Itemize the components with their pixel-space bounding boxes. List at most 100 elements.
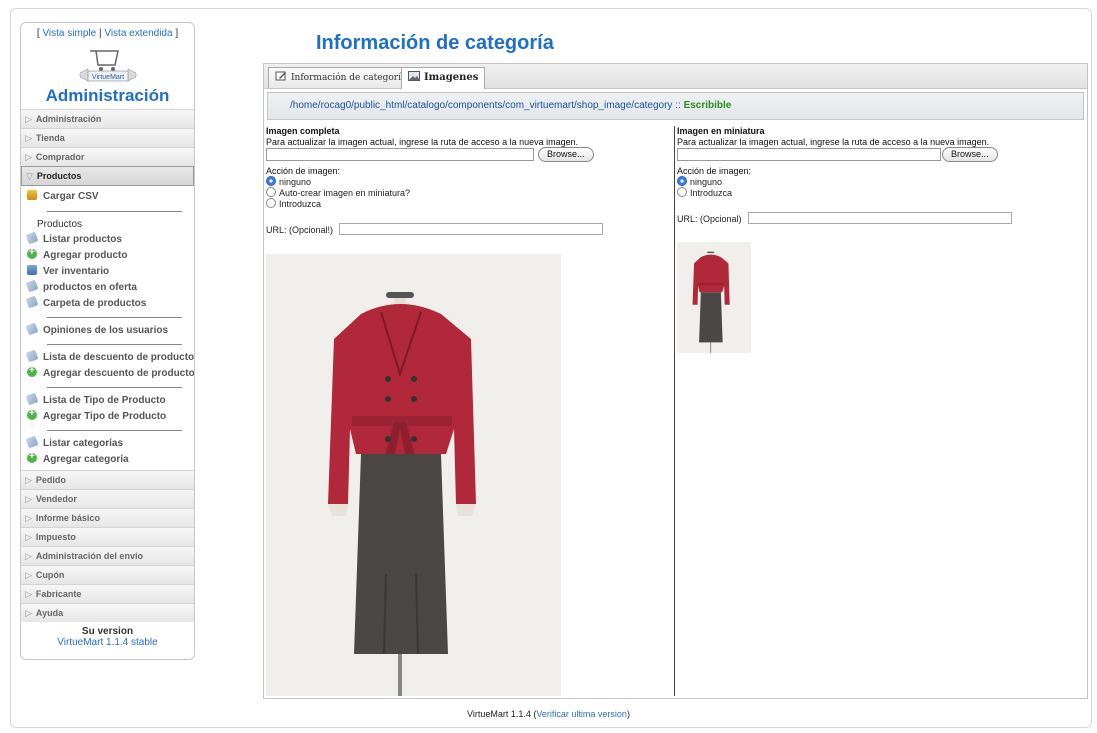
- chevron-right-icon: ▷: [25, 494, 32, 504]
- full-image-file-row: Browse...: [266, 147, 671, 163]
- full-image-action-label: Acción de imagen:: [266, 166, 341, 176]
- add-icon: [27, 245, 37, 261]
- chevron-right-icon: ▷: [25, 589, 32, 599]
- full-radio-auto-crear[interactable]: Auto-crear imagen en miniatura?: [266, 187, 671, 198]
- radio-selected-icon: [266, 176, 276, 186]
- version-value: VirtueMart 1.1.4 stable: [57, 637, 158, 648]
- sidebar-item-lista-descuento[interactable]: Lista de descuento de productos: [25, 349, 194, 366]
- section-ayuda[interactable]: ▷ Ayuda: [21, 603, 194, 622]
- virtuemart-logo: VirtueMart: [77, 45, 138, 83]
- section-label: Vendedor: [35, 494, 77, 504]
- section-label: Administración: [35, 114, 102, 124]
- thumb-image-url-row: URL: (Opcional): [677, 212, 1083, 224]
- chevron-right-icon: ▷: [25, 114, 32, 124]
- tab-label: Imagenes: [424, 72, 479, 83]
- radio-label: ninguno: [690, 177, 723, 187]
- path-bar: /home/rocag0/public_html/catalogo/compon…: [267, 92, 1084, 120]
- thumb-radio-introduzca[interactable]: Introduzca: [677, 187, 1083, 198]
- sidebar-item-agregar-producto[interactable]: Agregar producto: [27, 245, 194, 264]
- chevron-right-icon: ▷: [25, 152, 32, 162]
- radio-label: Introduzca: [279, 199, 322, 209]
- sidebar-item-listar-categorias[interactable]: Listar categorías: [25, 435, 194, 452]
- section-pedido[interactable]: ▷ Pedido: [21, 470, 194, 489]
- thumb-image-file-input[interactable]: [677, 148, 941, 161]
- section-cupon[interactable]: ▷ Cupón: [21, 565, 194, 584]
- section-vendedor[interactable]: ▷ Vendedor: [21, 489, 194, 508]
- sidebar-item-agregar-tipo[interactable]: Agregar Tipo de Producto: [27, 406, 194, 425]
- list-icon: [25, 435, 39, 449]
- view-separator: |: [98, 28, 102, 39]
- item-label: Cargar CSV: [43, 191, 99, 202]
- radio-label: ninguno: [279, 177, 312, 187]
- path-separator: ::: [672, 100, 684, 111]
- full-image-browse-button[interactable]: Browse...: [538, 147, 594, 162]
- full-image-section: Imagen completa Para actualizar la image…: [266, 126, 671, 235]
- radio-icon: [266, 198, 276, 208]
- section-tienda[interactable]: ▷ Tienda: [21, 128, 194, 147]
- version-label: Su version: [81, 626, 134, 637]
- image-path: /home/rocag0/public_html/catalogo/compon…: [290, 100, 673, 111]
- productos-menu: Cargar CSV Productos Listar productos Ag…: [21, 186, 194, 470]
- section-label: Fabricante: [35, 589, 82, 599]
- add-icon: [27, 406, 37, 422]
- section-informe-basico[interactable]: ▷ Informe básico: [21, 508, 194, 527]
- section-comprador[interactable]: ▷ Comprador: [21, 147, 194, 166]
- thumb-image-action-label: Acción de imagen:: [677, 166, 752, 176]
- item-label: Listar productos: [43, 234, 122, 245]
- thumb-image-url-input[interactable]: [747, 212, 1012, 224]
- full-image-file-input[interactable]: [266, 148, 534, 161]
- sidebar-item-listar-productos[interactable]: Listar productos: [25, 231, 194, 248]
- footer-paren-close: ): [626, 709, 630, 719]
- section-impuesto[interactable]: ▷ Impuesto: [21, 527, 194, 546]
- add-icon: [27, 449, 37, 465]
- section-envio[interactable]: ▷ Administración del envío: [21, 546, 194, 565]
- full-radio-introduzca[interactable]: Introduzca: [266, 198, 671, 209]
- full-image-heading: Imagen completa: [266, 126, 340, 136]
- section-label: Cupón: [35, 570, 65, 580]
- sidebar-item-lista-tipo[interactable]: Lista de Tipo de Producto: [25, 392, 194, 409]
- list-icon: [25, 279, 39, 293]
- thumb-image-hint: Para actualizar la imagen actual, ingres…: [677, 137, 990, 147]
- tab-informacion-categoria[interactable]: Información de categoría: [268, 67, 414, 88]
- divider: [47, 430, 182, 431]
- page-title: Información de categoría: [316, 32, 554, 54]
- sidebar-item-cargar-csv[interactable]: Cargar CSV: [27, 188, 194, 206]
- sidebar-item-opiniones[interactable]: Opiniones de los usuarios: [25, 322, 194, 339]
- view-extended-link[interactable]: Vista extendida: [104, 28, 172, 39]
- sidebar-item-ver-inventario[interactable]: Ver inventario: [27, 264, 194, 280]
- sidebar: [ Vista simple | Vista extendida ] Virtu…: [20, 22, 195, 660]
- tab-imagenes[interactable]: Imagenes: [401, 67, 486, 89]
- sidebar-item-agregar-categoria[interactable]: Agregar categoría: [27, 449, 194, 468]
- section-fabricante[interactable]: ▷ Fabricante: [21, 584, 194, 603]
- url-label: URL: (Opcional): [677, 214, 742, 224]
- thumb-image-heading: Imagen en miniatura: [677, 126, 765, 136]
- item-label: Agregar categoría: [43, 454, 129, 465]
- divider: [47, 344, 182, 345]
- check-latest-version-link[interactable]: Verificar ultima version: [536, 709, 627, 719]
- sidebar-item-agregar-descuento[interactable]: Agregar descuento de producto: [27, 363, 194, 382]
- folder-icon: [25, 295, 39, 309]
- radio-label: Auto-crear imagen en miniatura?: [279, 188, 411, 198]
- item-label: Opiniones de los usuarios: [43, 325, 169, 336]
- chevron-right-icon: ▷: [25, 551, 32, 561]
- item-label: Agregar Tipo de Producto: [43, 411, 167, 422]
- thumb-image-browse-button[interactable]: Browse...: [942, 147, 998, 162]
- full-image-hint: Para actualizar la imagen actual, ingres…: [266, 137, 579, 147]
- thumb-product-image: [677, 242, 751, 353]
- sidebar-item-carpeta-productos[interactable]: Carpeta de productos: [25, 295, 194, 312]
- full-image-url-input[interactable]: [339, 223, 604, 235]
- full-radio-ninguno[interactable]: ninguno: [266, 176, 671, 187]
- item-label: Listar categorías: [43, 438, 124, 449]
- chevron-right-icon: ▷: [25, 570, 32, 580]
- full-image-url-row: URL: (Opcional!): [266, 223, 671, 235]
- footer-version: VirtueMart 1.1.4: [467, 709, 531, 719]
- thumb-radio-ninguno[interactable]: ninguno: [677, 176, 1083, 187]
- productos-heading: Productos: [37, 219, 83, 230]
- item-label: Lista de Tipo de Producto: [43, 395, 166, 406]
- section-administracion[interactable]: ▷ Administración: [21, 109, 194, 128]
- section-productos[interactable]: ▽ Productos: [21, 166, 194, 186]
- dress-thumbnail-illustration: [677, 242, 751, 353]
- view-simple-link[interactable]: Vista simple: [42, 28, 96, 39]
- upload-csv-icon: [27, 190, 37, 200]
- sidebar-item-productos-oferta[interactable]: productos en oferta: [25, 279, 194, 296]
